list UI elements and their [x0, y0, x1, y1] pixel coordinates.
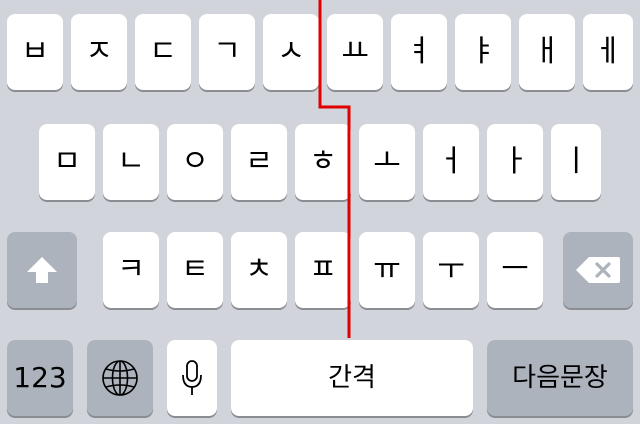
key-label: ㅊ: [245, 252, 273, 287]
key-ieung[interactable]: ㅇ: [167, 124, 223, 200]
key-label: ㅕ: [405, 34, 433, 69]
microphone-icon: [182, 360, 202, 395]
key-label: ㅡ: [501, 252, 529, 287]
key-label: ㄹ: [245, 144, 273, 179]
key-label: ㅌ: [181, 252, 209, 287]
key-label: ㅅ: [277, 34, 305, 69]
key-i[interactable]: ㅣ: [551, 124, 601, 200]
key-label: ㅇ: [181, 144, 209, 179]
delete-button[interactable]: [563, 232, 633, 308]
key-nieun[interactable]: ㄴ: [103, 124, 159, 200]
key-ya[interactable]: ㅑ: [455, 14, 511, 90]
numbers-label: 123: [13, 361, 67, 394]
key-label: ㅓ: [437, 144, 465, 179]
key-bieup[interactable]: ㅂ: [7, 14, 63, 90]
globe-icon: [102, 360, 138, 396]
key-label: ㅑ: [469, 34, 497, 69]
key-u[interactable]: ㅜ: [423, 232, 479, 308]
key-yo[interactable]: ㅛ: [327, 14, 383, 90]
key-yeo[interactable]: ㅕ: [391, 14, 447, 90]
space-label: 간격: [328, 363, 376, 393]
key-tieut[interactable]: ㅌ: [167, 232, 223, 308]
key-label: ㄴ: [117, 144, 145, 179]
key-label: ㅔ: [594, 34, 622, 69]
key-label: ㅗ: [373, 144, 401, 179]
numbers-button[interactable]: 123: [7, 340, 73, 416]
key-label: ㅏ: [501, 144, 529, 179]
key-label: ㅐ: [533, 34, 561, 69]
key-label: ㅛ: [341, 34, 369, 69]
key-label: ㅍ: [309, 252, 337, 287]
globe-button[interactable]: [87, 340, 153, 416]
key-label: ㅣ: [562, 144, 590, 179]
key-eu[interactable]: ㅡ: [487, 232, 543, 308]
key-digeut[interactable]: ㄷ: [135, 14, 191, 90]
key-a[interactable]: ㅏ: [487, 124, 543, 200]
key-label: ㅂ: [21, 34, 49, 69]
key-jieut[interactable]: ㅈ: [71, 14, 127, 90]
key-hieut[interactable]: ㅎ: [295, 124, 351, 200]
key-label: ㄷ: [149, 34, 177, 69]
shift-button[interactable]: [7, 232, 77, 308]
shift-arrow-icon: [27, 257, 57, 283]
key-chieut[interactable]: ㅊ: [231, 232, 287, 308]
key-siot[interactable]: ㅅ: [263, 14, 319, 90]
key-eo[interactable]: ㅓ: [423, 124, 479, 200]
return-label: 다음문장: [512, 363, 608, 393]
key-o[interactable]: ㅗ: [359, 124, 415, 200]
microphone-button[interactable]: [167, 340, 217, 416]
key-kieuk[interactable]: ㅋ: [103, 232, 159, 308]
key-pieup[interactable]: ㅍ: [295, 232, 351, 308]
key-mieum[interactable]: ㅁ: [39, 124, 95, 200]
backspace-icon: [576, 257, 620, 283]
key-label: ㅜ: [437, 252, 465, 287]
key-e[interactable]: ㅔ: [583, 14, 633, 90]
korean-keyboard: ㅂ ㅈ ㄷ ㄱ ㅅ ㅛ ㅕ ㅑ ㅐ ㅔ ㅁ ㄴ ㅇ ㄹ ㅎ ㅗ ㅓ ㅏ ㅣ ㅋ …: [0, 0, 640, 424]
key-giyeok[interactable]: ㄱ: [199, 14, 255, 90]
key-ae[interactable]: ㅐ: [519, 14, 575, 90]
key-label: ㄱ: [213, 34, 241, 69]
return-button[interactable]: 다음문장: [487, 340, 633, 416]
key-label: ㅁ: [53, 144, 81, 179]
key-label: ㅠ: [373, 252, 401, 287]
key-label: ㅎ: [309, 144, 337, 179]
key-label: ㅋ: [117, 252, 145, 287]
space-bar[interactable]: 간격: [231, 340, 473, 416]
key-yu[interactable]: ㅠ: [359, 232, 415, 308]
key-label: ㅈ: [85, 34, 113, 69]
key-rieul[interactable]: ㄹ: [231, 124, 287, 200]
